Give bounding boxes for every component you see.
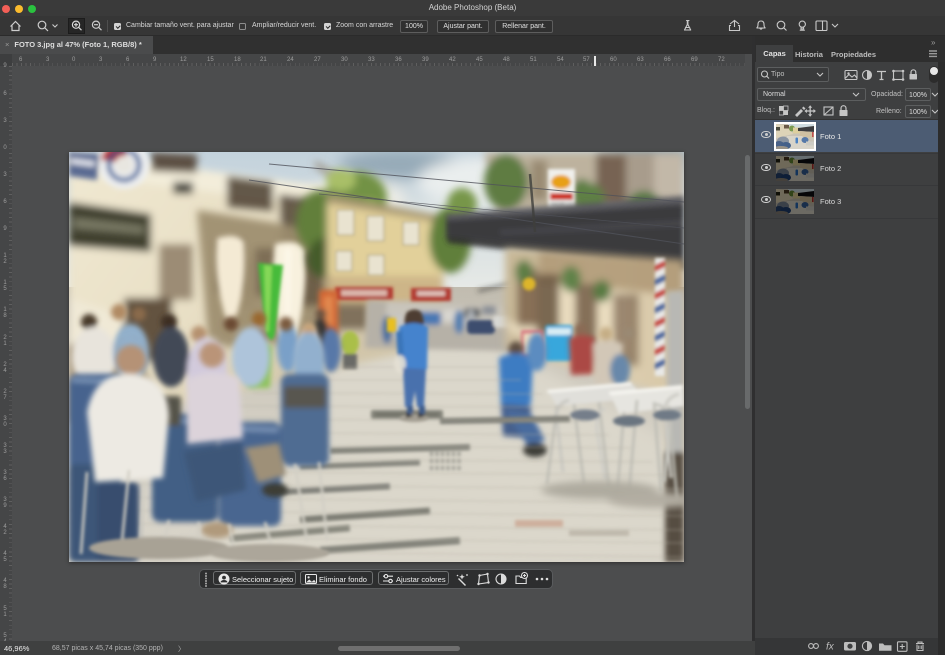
svg-text:fx: fx [826,642,835,653]
